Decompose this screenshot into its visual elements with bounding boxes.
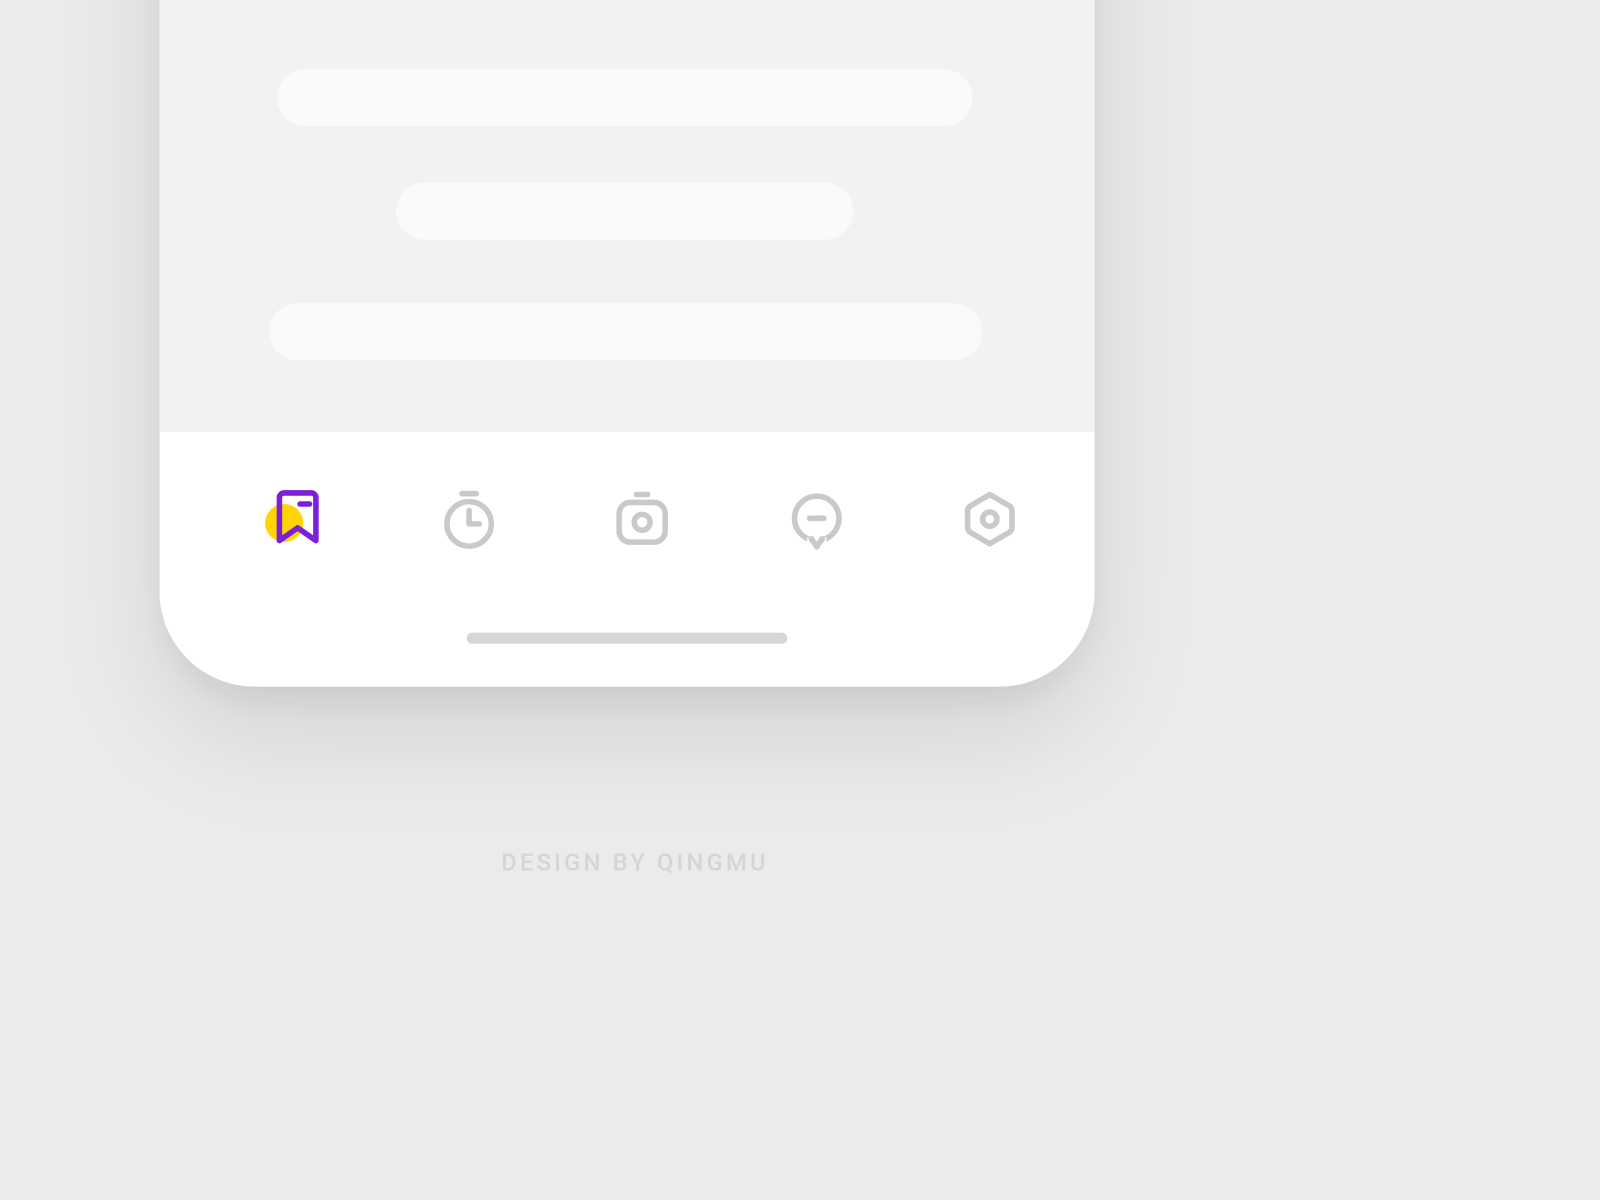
skeleton-row — [277, 69, 972, 126]
skeleton-row — [269, 303, 982, 360]
stopwatch-icon — [438, 488, 500, 550]
tab-settings[interactable] — [942, 471, 1037, 566]
home-indicator — [467, 633, 788, 644]
tab-stopwatch[interactable] — [421, 471, 516, 566]
chat-icon — [786, 488, 848, 550]
tab-chat[interactable] — [769, 471, 864, 566]
bookmark-icon — [260, 485, 328, 553]
settings-hex-icon — [959, 488, 1021, 550]
tab-camera[interactable] — [595, 471, 690, 566]
content-area — [160, 0, 1095, 432]
tab-bookmark[interactable] — [247, 471, 342, 566]
camera-icon — [611, 488, 673, 550]
phone-frame — [160, 0, 1095, 687]
skeleton-row — [396, 183, 853, 240]
tab-bar — [160, 432, 1095, 687]
credit-text: DESIGN BY QINGMU — [0, 849, 1270, 877]
